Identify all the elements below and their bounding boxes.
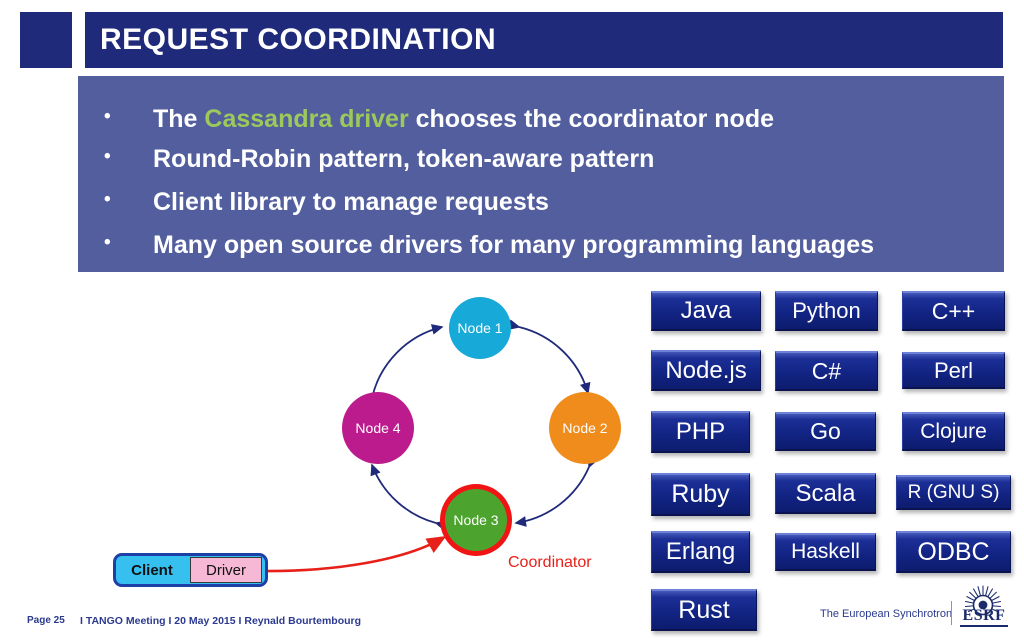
ring-node-4-label: Node 4 xyxy=(355,420,401,436)
language-button-label: Clojure xyxy=(920,419,987,443)
ring-node-1-label: Node 1 xyxy=(457,320,503,336)
title-bar: REQUEST COORDINATION xyxy=(85,12,1003,68)
bullet-marker-icon: • xyxy=(104,106,111,127)
driver-chip[interactable]: Driver xyxy=(190,557,262,583)
language-button-haskell[interactable]: Haskell xyxy=(775,533,876,571)
bullet-marker-icon: • xyxy=(104,189,111,210)
language-button-go[interactable]: Go xyxy=(775,412,876,451)
bullet-text-pre: The xyxy=(153,105,205,133)
language-button-label: Node.js xyxy=(665,356,747,384)
language-button-c[interactable]: C# xyxy=(775,351,878,391)
language-button-node-js[interactable]: Node.js xyxy=(651,350,761,391)
driver-label: Driver xyxy=(206,561,246,579)
bullet-item: • The Cassandra driver chooses the coord… xyxy=(78,107,774,132)
language-button-python[interactable]: Python xyxy=(775,291,878,331)
header-accent-square xyxy=(20,12,72,68)
language-button-scala[interactable]: Scala xyxy=(775,473,876,514)
arrow-node2-node3 xyxy=(514,455,598,527)
arrow-node1-node2 xyxy=(507,319,591,395)
bullet-text-post: chooses the coordinator node xyxy=(408,105,775,133)
ring-node-2-label: Node 2 xyxy=(562,420,608,436)
bullet-content-panel: • The Cassandra driver chooses the coord… xyxy=(78,76,1004,272)
logo-divider xyxy=(951,601,952,625)
bullet-text-highlight: Cassandra driver xyxy=(204,105,409,133)
language-button-label: R (GNU S) xyxy=(907,481,1000,503)
language-button-label: C++ xyxy=(931,297,976,324)
bullet-text: Round-Robin pattern, token-aware pattern xyxy=(153,145,655,173)
language-button-java[interactable]: Java xyxy=(651,291,761,331)
language-button-erlang[interactable]: Erlang xyxy=(651,531,750,573)
page-title: REQUEST COORDINATION xyxy=(100,23,497,56)
bullet-marker-icon: • xyxy=(104,232,111,253)
language-button-r-gnu-s[interactable]: R (GNU S) xyxy=(896,475,1011,510)
language-button-label: Python xyxy=(792,298,861,323)
language-button-perl[interactable]: Perl xyxy=(902,352,1005,389)
language-button-ruby[interactable]: Ruby xyxy=(651,473,750,516)
language-button-c[interactable]: C++ xyxy=(902,291,1005,331)
language-button-label: C# xyxy=(811,357,842,384)
bullet-text: Client library to manage requests xyxy=(153,188,549,216)
language-button-label: Go xyxy=(810,418,841,444)
esrf-logo: The European Synchrotron ESRF xyxy=(820,583,1008,635)
ring-node-2[interactable]: Node 2 xyxy=(549,392,621,464)
bullet-marker-icon: • xyxy=(104,146,111,167)
arrow-node4-node1 xyxy=(364,324,444,410)
ring-node-1[interactable]: Node 1 xyxy=(449,297,511,359)
ring-node-4[interactable]: Node 4 xyxy=(342,392,414,464)
bullet-text: Many open source drivers for many progra… xyxy=(153,231,875,259)
language-button-label: Erlang xyxy=(665,538,736,565)
language-button-label: Scala xyxy=(795,479,856,507)
coordinator-label: Coordinator xyxy=(508,554,592,571)
bullet-item: • Client library to manage requests xyxy=(78,190,549,215)
esrf-wordmark: ESRF xyxy=(960,607,1008,627)
language-button-label: Ruby xyxy=(671,480,730,508)
language-button-label: PHP xyxy=(675,418,726,445)
language-button-php[interactable]: PHP xyxy=(651,411,750,453)
language-button-odbc[interactable]: ODBC xyxy=(896,531,1011,573)
request-arrow xyxy=(258,536,447,573)
footer-meta: I TANGO Meeting I 20 May 2015 I Reynald … xyxy=(80,615,362,627)
language-button-label: Haskell xyxy=(791,540,860,563)
esrf-tagline: The European Synchrotron xyxy=(820,608,953,620)
language-button-label: ODBC xyxy=(917,537,990,566)
client-label: Client xyxy=(131,561,173,579)
bullet-text: The Cassandra driver chooses the coordin… xyxy=(132,107,774,132)
language-button-label: Java xyxy=(680,297,732,324)
footer-page-number: Page 25 xyxy=(27,615,65,626)
language-button-clojure[interactable]: Clojure xyxy=(902,412,1005,451)
language-button-label: Perl xyxy=(933,357,974,383)
bullet-item: • Many open source drivers for many prog… xyxy=(78,233,874,258)
bullet-item: • Round-Robin pattern, token-aware patte… xyxy=(78,147,654,172)
client-driver-box[interactable]: Client Driver xyxy=(113,553,268,587)
